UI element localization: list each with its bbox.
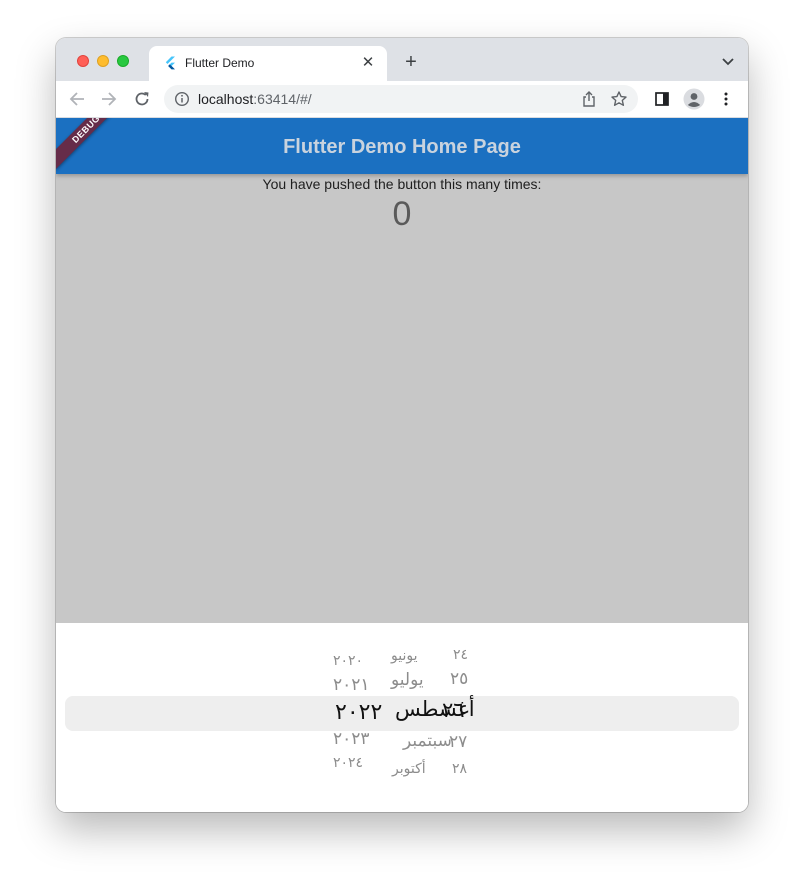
browser-window: Flutter Demo ✕ + localhost:63414/#/ Flut… [56, 38, 748, 812]
month-option[interactable]: أكتوبر [392, 762, 426, 776]
address-bar[interactable]: localhost:63414/#/ [164, 85, 638, 113]
app-bar: Flutter Demo Home Page [56, 118, 748, 174]
counter-label: You have pushed the button this many tim… [262, 176, 542, 192]
year-option[interactable]: ٢٠٢٣ [333, 731, 370, 748]
zoom-window-button[interactable] [117, 55, 129, 67]
web-viewport: Flutter Demo Home Page DEBUG You have pu… [56, 118, 748, 812]
new-tab-button[interactable]: + [400, 51, 422, 73]
minimize-window-button[interactable] [97, 55, 109, 67]
date-picker-sheet[interactable]: ٢٠٢٠ ٢٠٢١ ٢٠٢٢ ٢٠٢٣ ٢٠٢٤ يونيو يوليو أغس… [56, 623, 748, 812]
url-host: localhost [198, 91, 254, 107]
forward-arrow-icon[interactable] [100, 90, 118, 108]
year-option[interactable]: ٢٠٢١ [333, 677, 370, 694]
page-title: Flutter Demo Home Page [283, 136, 521, 158]
year-option-selected[interactable]: ٢٠٢٢ [335, 702, 382, 724]
more-menu-icon[interactable] [717, 90, 735, 108]
counter-value: 0 [392, 195, 412, 233]
side-panel-icon[interactable] [653, 90, 671, 108]
close-window-button[interactable] [77, 55, 89, 67]
day-option[interactable]: ٢٥ [450, 671, 468, 688]
tab-title: Flutter Demo [185, 56, 255, 70]
year-option[interactable]: ٢٠٢٤ [333, 756, 363, 770]
profile-avatar-icon[interactable] [683, 88, 705, 110]
close-tab-icon[interactable]: ✕ [359, 54, 377, 72]
tab-strip: Flutter Demo ✕ + [56, 38, 748, 81]
share-icon[interactable] [580, 90, 598, 108]
browser-toolbar: localhost:63414/#/ [56, 81, 748, 118]
day-option-selected[interactable]: ٢٦ [442, 700, 465, 721]
url-path: :63414/#/ [253, 91, 312, 107]
month-option[interactable]: سبتمبر [403, 733, 452, 750]
day-option[interactable]: ٢٨ [452, 762, 467, 776]
site-info-icon[interactable] [174, 91, 190, 107]
month-option[interactable]: يونيو [391, 649, 417, 663]
tab-search-chevron-icon[interactable] [720, 53, 736, 69]
month-option[interactable]: يوليو [391, 672, 424, 689]
day-option[interactable]: ٢٤ [453, 648, 468, 662]
reload-icon[interactable] [133, 90, 151, 108]
url-text: localhost:63414/#/ [198, 91, 312, 107]
app-body-scrim[interactable]: You have pushed the button this many tim… [56, 174, 748, 623]
flutter-logo-icon [165, 56, 175, 70]
year-option[interactable]: ٢٠٢٠ [333, 654, 363, 668]
tab-flutter-demo[interactable]: Flutter Demo ✕ [149, 46, 387, 81]
bookmark-star-icon[interactable] [610, 90, 628, 108]
day-option[interactable]: ٢٧ [449, 734, 467, 751]
back-arrow-icon[interactable] [68, 90, 86, 108]
